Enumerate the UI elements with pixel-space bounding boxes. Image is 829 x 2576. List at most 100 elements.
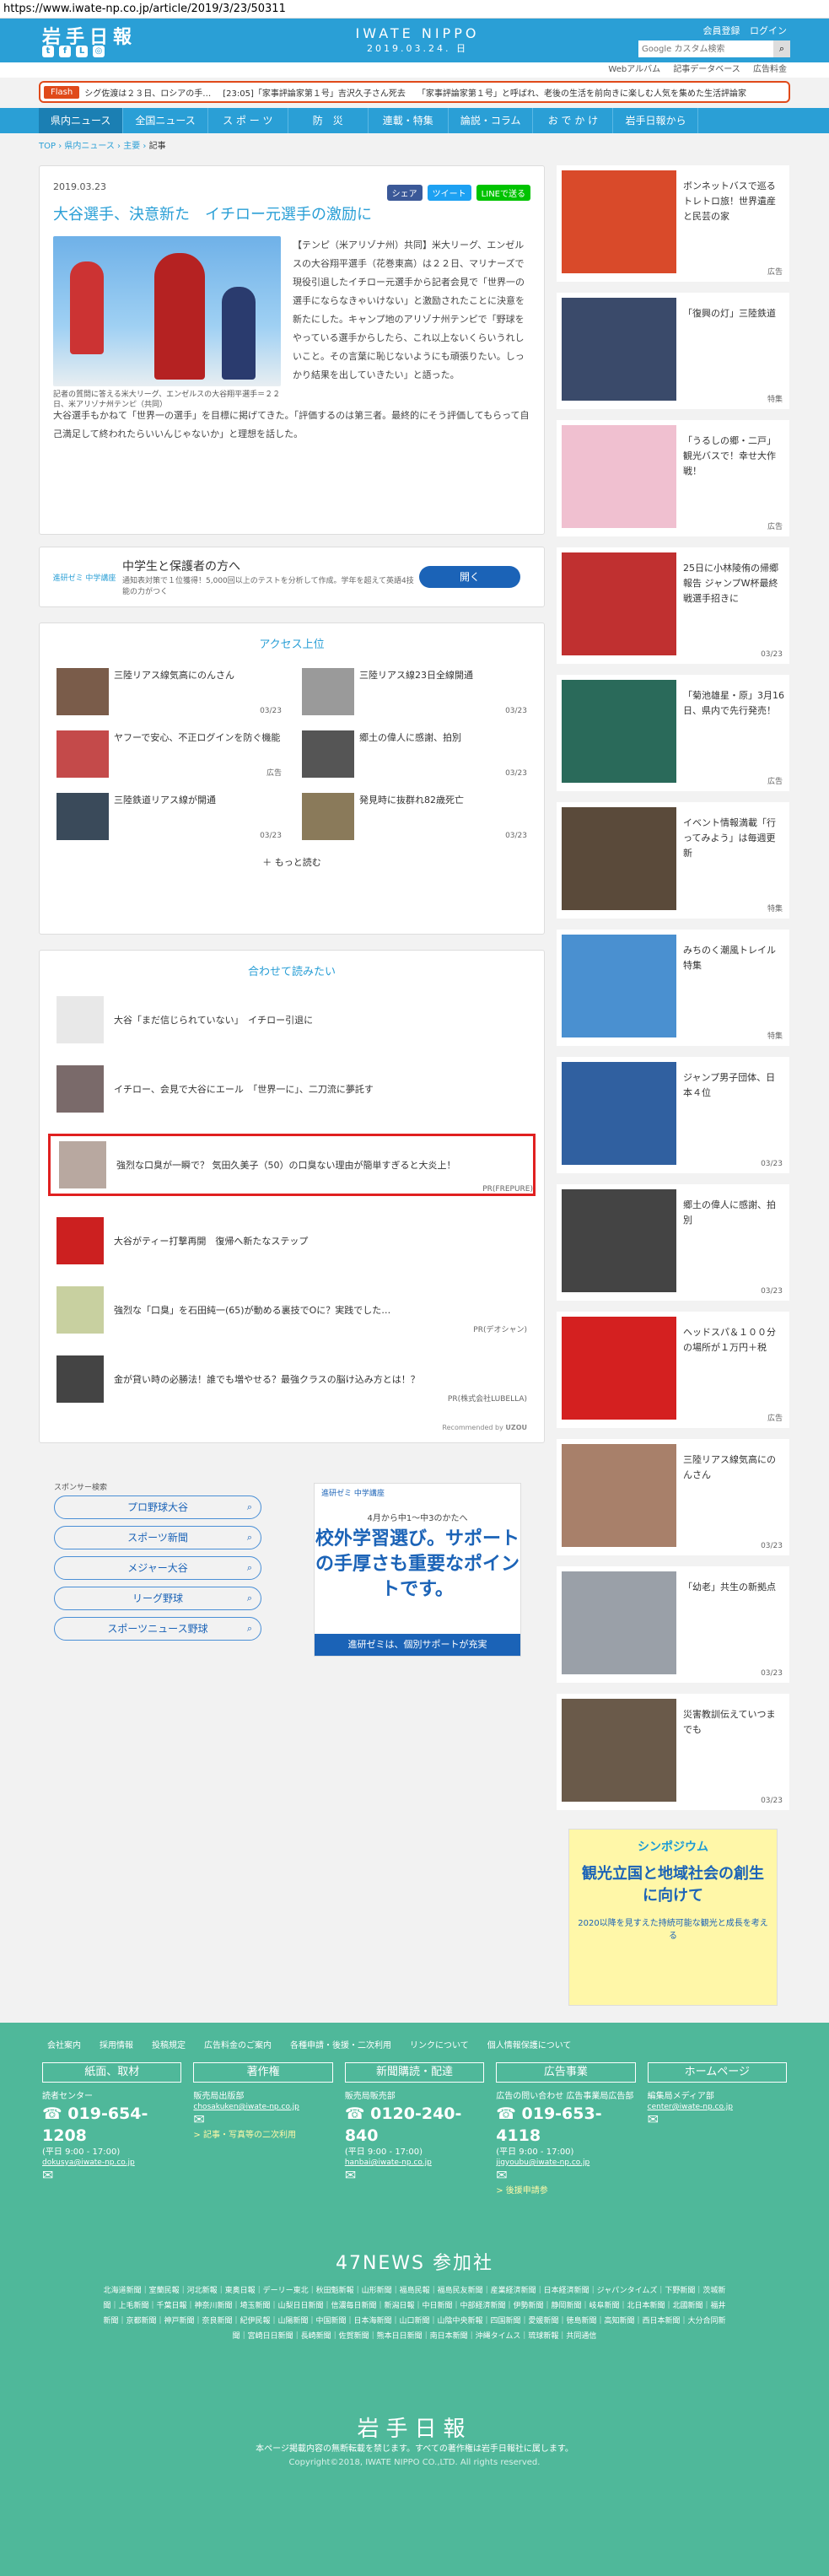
thumbnail (59, 1141, 106, 1188)
search-input[interactable] (638, 40, 773, 57)
sponsor-keyword[interactable]: スポーツ新聞 ⌕ (54, 1526, 261, 1549)
facebook-icon[interactable]: f (59, 46, 71, 57)
sponsor-keyword[interactable]: スポーツニュース野球 ⌕ (54, 1617, 261, 1641)
mail-icon[interactable]: ✉ (648, 2111, 787, 2127)
side-item[interactable]: 「菊池雄星・原」3月16日、県内で先行発売！ 広告 (557, 675, 789, 791)
related-item[interactable]: 金が貸い時の必勝法！誰でも増やせる？最強クラスの脳け込み方とは！？ PR(株式会社… (57, 1355, 527, 1404)
side-item[interactable]: ボンネットバスで巡るトレトロ旅！世界遺産と民芸の家 広告 (557, 165, 789, 282)
mail-icon[interactable]: ✉ (42, 2167, 181, 2183)
twitter-icon[interactable]: t (42, 46, 54, 57)
contact-col: 広告事業 広告の問い合わせ 広告事業局広告部 ☎ 019-653-4118 (平… (496, 2062, 636, 2196)
footer-link[interactable]: リンクについて (410, 2038, 469, 2051)
sponsor-keyword[interactable]: メジャー大谷 ⌕ (54, 1556, 261, 1580)
side-item[interactable]: 郷土の偉人に感謝、拍別 03/23 (557, 1184, 789, 1301)
ranking-item-date: 03/23 (505, 707, 527, 715)
flash-item[interactable]: [23:05]「家事評論家第１号」吉沢久子さん死去 (223, 86, 406, 99)
contact-mail[interactable]: center@iwate-np.co.jp (648, 2103, 787, 2111)
line-share-button[interactable]: LINEで送る (476, 185, 530, 201)
mail-icon[interactable]: ✉ (345, 2167, 484, 2183)
address-bar[interactable]: https://www.iwate-np.co.jp/article/2019/… (0, 0, 829, 19)
related-item[interactable]: 大谷がティー打撃再開 復帰へ新たなステップ (57, 1216, 527, 1265)
phone-number[interactable]: ☎ 019-653-4118 (496, 2103, 635, 2147)
tweet-button[interactable]: ツイート (427, 185, 471, 201)
nav-from-paper[interactable]: 岩手日報から (613, 108, 699, 133)
symposium-sub: 2020以降を見すえた持続可能な観光と成長を考える (578, 1919, 768, 1941)
search-button[interactable]: ⌕ (773, 40, 790, 57)
ranking-item[interactable]: 郷土の偉人に感謝、拍別 03/23 (302, 730, 527, 778)
recommend-credit[interactable]: Recommended by UZOU (57, 1424, 527, 1431)
footer-link[interactable]: 採用情報 (100, 2038, 133, 2051)
ad-banner[interactable]: 進研ゼミ 中学講座 中学生と保護者の方へ 通知表対策で１位獲得！5,000回以上… (39, 547, 545, 607)
footer-logo[interactable]: 岩手日報 (0, 2412, 829, 2443)
nav-outing[interactable]: お で か け (533, 108, 614, 133)
ad-open-button[interactable]: 開く (419, 566, 520, 588)
footer-link[interactable]: 個人情報保護について (487, 2038, 572, 2051)
thumbnail (562, 552, 676, 655)
ranking-item[interactable]: 三陸リアス線23日全線開通 03/23 (302, 668, 527, 715)
side-item[interactable]: イベント情報満載「行ってみよう」は毎週更新 特集 (557, 802, 789, 919)
side-item[interactable]: 災害教訓伝えていつまでも 03/23 (557, 1694, 789, 1810)
album-link[interactable]: Webアルバム (608, 65, 660, 74)
line-icon[interactable]: L (76, 46, 88, 57)
nav-sports[interactable]: ス ポ ー ツ (208, 108, 288, 133)
facebook-share-button[interactable]: シェア (386, 185, 423, 201)
nav-local-news[interactable]: 県内ニュース (39, 108, 124, 133)
sponsor-keyword[interactable]: リーグ野球 ⌕ (54, 1587, 261, 1610)
side-item[interactable]: ジャンプ男子団体、日本４位 03/23 (557, 1057, 789, 1173)
flash-item[interactable]: シグ佐渡は２３日、ロシアの手… (84, 86, 211, 99)
contact-mail[interactable]: dokusya@iwate-np.co.jp (42, 2158, 181, 2167)
side-item[interactable]: ヘッドスパ＆１００分の場所が１万円＋税 広告 (557, 1312, 789, 1428)
footer-link[interactable]: 会社案内 (47, 2038, 81, 2051)
database-link[interactable]: 記事データベース (673, 65, 740, 74)
side-item[interactable]: みちのく潮風トレイル特集 特集 (557, 930, 789, 1046)
adrate-link[interactable]: 広告料金 (753, 65, 787, 74)
footer-link[interactable]: 広告料金のご案内 (204, 2038, 272, 2051)
nav-disaster[interactable]: 防 災 (288, 108, 369, 133)
ranking-item[interactable]: 三陸鉄道リアス線が開通 03/23 (57, 793, 282, 840)
side-item[interactable]: 25日に小林陵侑の帰郷報告 ジャンプW杯最終戦選手招きに 03/23 (557, 547, 789, 664)
contact-mail[interactable]: chosakuken@iwate-np.co.jp (193, 2103, 332, 2111)
contact-mail[interactable]: jigyoubu@iwate-np.co.jp (496, 2158, 635, 2167)
secondary-use-link[interactable]: > 記事・写真等の二次利用 (193, 2127, 332, 2140)
register-link[interactable]: 会員登録 (703, 25, 740, 36)
sponsorship-link[interactable]: > 後援申請参 (496, 2183, 635, 2196)
nav-editorial[interactable]: 論説・コラム (449, 108, 534, 133)
member-papers[interactable]: 北海道新聞｜室蘭民報｜河北新報｜東奥日報｜デーリー東北｜秋田魁新報｜山形新聞｜福… (0, 2275, 829, 2344)
symposium-banner[interactable]: シンポジウム 観光立国と地域社会の創生に向けて 2020以降を見すえた持続可能な… (568, 1829, 778, 2006)
article-photo[interactable]: 記者の質問に答える米大リーグ、エンゼルスの大谷翔平選手＝２２日、米アリゾナ州テン… (53, 236, 281, 409)
side-item[interactable]: 「復興の灯」三陸鉄道 特集 (557, 293, 789, 409)
ad-sub: 通知表対策で１位獲得！5,000回以上のテストを分析して作成。学年を超えて英語4… (122, 577, 414, 596)
side-item[interactable]: 三陸リアス線気高にのんさん 03/23 (557, 1439, 789, 1555)
crumb-main[interactable]: 主要 (123, 142, 140, 151)
nav-national-news[interactable]: 全国ニュース (123, 108, 208, 133)
footer-link[interactable]: 投稿規定 (152, 2038, 186, 2051)
side-item[interactable]: 「うるしの郷・二戸」観光バスで！幸せ大作戦！ 広告 (557, 420, 789, 536)
thumbnail (57, 730, 109, 778)
related-item-highlighted[interactable]: 強烈な口臭が一瞬で？ 気田久美子（50）の口臭ない理由が簡単すぎると大炎上！ PR… (48, 1134, 536, 1196)
ranking-item[interactable]: 発見時に抜群れ82歳死亡 03/23 (302, 793, 527, 840)
crumb-local[interactable]: 県内ニュース (64, 142, 115, 151)
flash-item[interactable]: 「家事評論家第１号」と呼ばれ、老後の生活を前向きに楽しむ人気を集めた生活評論家 (417, 86, 746, 99)
login-link[interactable]: ログイン (750, 25, 787, 36)
instagram-icon[interactable]: ◎ (93, 46, 105, 57)
related-item[interactable]: 強烈な「口臭」を石田純一(65)が動める裏技でOに？実践でした… PR(デオシャン… (57, 1285, 527, 1334)
sponsor-label: スポンサー検索 (54, 1484, 108, 1492)
related-item[interactable]: 大谷「まだ信じられていない」 イチロー引退に (57, 995, 527, 1044)
phone-number[interactable]: ☎ 0120-240-840 (345, 2103, 484, 2147)
sponsor-keyword[interactable]: プロ野球大谷 ⌕ (54, 1495, 261, 1519)
social-icons: t f L ◎ (42, 46, 105, 57)
ranking-item[interactable]: ヤフーで安心、不正ログインを防ぐ機能 広告 (57, 730, 282, 778)
crumb-top[interactable]: TOP (39, 142, 56, 151)
mail-icon[interactable]: ✉ (193, 2111, 332, 2127)
benesse-banner[interactable]: 進研ゼミ 中学講座 4月から中1〜中3のかたへ 校外学習選び。サポートの手厚さも… (314, 1483, 521, 1657)
footer-link[interactable]: 各種申請・後援・二次利用 (290, 2038, 391, 2051)
ranking-item[interactable]: 三陸リアス線気高にのんさん 03/23 (57, 668, 282, 715)
phone-number[interactable]: ☎ 019-654-1208 (42, 2103, 181, 2147)
side-item[interactable]: 「幼老」共生の新拠点 03/23 (557, 1566, 789, 1683)
mail-icon[interactable]: ✉ (496, 2167, 635, 2183)
nav-series[interactable]: 連載・特集 (369, 108, 449, 133)
search-icon: ⌕ (246, 1532, 252, 1543)
related-item[interactable]: イチロー、会見で大谷にエール 「世界一に」、二刀流に夢託す (57, 1064, 527, 1113)
contact-mail[interactable]: hanbai@iwate-np.co.jp (345, 2158, 484, 2167)
more-button[interactable]: ＋ もっと読む (57, 855, 527, 869)
